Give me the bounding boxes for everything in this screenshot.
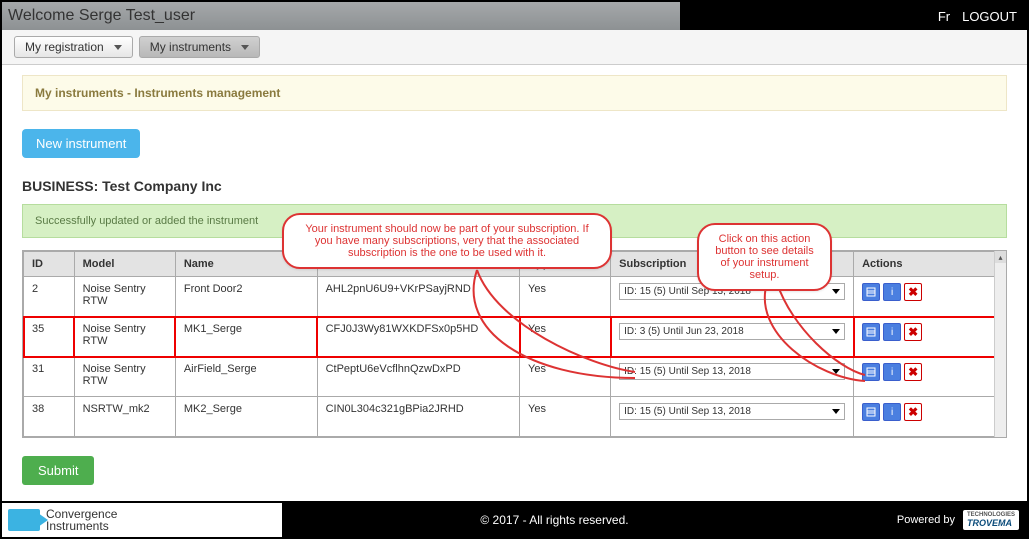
cell-model: Noise Sentry RTW <box>74 277 175 317</box>
cell-id: 35 <box>24 317 75 357</box>
my-instruments-menu[interactable]: My instruments <box>139 36 260 58</box>
info-icon[interactable]: i <box>883 323 901 341</box>
delete-icon[interactable]: ✖ <box>904 363 922 381</box>
cell-actions: i✖ <box>854 397 1006 437</box>
new-instrument-button[interactable]: New instrument <box>22 129 140 158</box>
delete-icon[interactable]: ✖ <box>904 403 922 421</box>
copyright-text: © 2017 - All rights reserved. <box>282 503 827 537</box>
details-icon[interactable] <box>862 403 880 421</box>
delete-icon[interactable]: ✖ <box>904 323 922 341</box>
col-model[interactable]: Model <box>74 252 175 277</box>
logo-mark-icon <box>8 509 40 531</box>
business-heading: BUSINESS: Test Company Inc <box>22 178 1007 194</box>
table-row: 38NSRTW_mk2MK2_SergeCIN0L304c321gBPia2JR… <box>24 397 1006 437</box>
page-title: My instruments - Instruments management <box>22 75 1007 111</box>
top-bar: Welcome Serge Test_user Fr LOGOUT <box>2 2 1027 30</box>
cell-name: AirField_Serge <box>175 357 317 397</box>
cell-id: 38 <box>24 397 75 437</box>
submit-button[interactable]: Submit <box>22 456 94 485</box>
logout-link[interactable]: LOGOUT <box>962 9 1017 24</box>
delete-icon[interactable]: ✖ <box>904 283 922 301</box>
powered-by-label: Powered by <box>897 514 955 526</box>
my-registration-label: My registration <box>25 40 104 54</box>
help-callout-subscription: Your instrument should now be part of yo… <box>282 213 612 269</box>
info-icon[interactable]: i <box>883 283 901 301</box>
nav-bar: My registration My instruments <box>2 30 1027 65</box>
caret-down-icon <box>241 45 249 50</box>
footer: Convergence Instruments © 2017 - All rig… <box>2 501 1027 537</box>
cell-approved: Yes <box>520 397 611 437</box>
col-actions[interactable]: Actions <box>854 252 1006 277</box>
cell-serial: CIN0L304c321gBPia2JRHD <box>317 397 519 437</box>
col-id[interactable]: ID <box>24 252 75 277</box>
cell-id: 2 <box>24 277 75 317</box>
callout-pointer-icon <box>467 270 647 393</box>
help-callout-action: Click on this action button to see detai… <box>697 223 832 291</box>
convergence-logo: Convergence Instruments <box>8 508 117 532</box>
cell-name: MK2_Serge <box>175 397 317 437</box>
subscription-select[interactable]: ID: 15 (5) Until Sep 13, 2018 <box>619 403 845 420</box>
scrollbar[interactable]: ▴ <box>994 251 1006 437</box>
my-instruments-label: My instruments <box>150 40 231 54</box>
cell-id: 31 <box>24 357 75 397</box>
caret-down-icon <box>832 409 840 414</box>
my-registration-menu[interactable]: My registration <box>14 36 133 58</box>
info-icon[interactable]: i <box>883 403 901 421</box>
language-toggle[interactable]: Fr <box>938 9 950 24</box>
trovema-logo: TECHNOLOGIES TROVEMA <box>963 510 1019 530</box>
callout-pointer-icon <box>757 283 877 396</box>
cell-model: Noise Sentry RTW <box>74 317 175 357</box>
cell-name: Front Door2 <box>175 277 317 317</box>
info-icon[interactable]: i <box>883 363 901 381</box>
scroll-up-icon[interactable]: ▴ <box>995 251 1006 263</box>
cell-model: Noise Sentry RTW <box>74 357 175 397</box>
cell-subscription: ID: 15 (5) Until Sep 13, 2018 <box>611 397 854 437</box>
caret-down-icon <box>114 45 122 50</box>
cell-model: NSRTW_mk2 <box>74 397 175 437</box>
cell-name: MK1_Serge <box>175 317 317 357</box>
welcome-text: Welcome Serge Test_user <box>2 2 680 30</box>
